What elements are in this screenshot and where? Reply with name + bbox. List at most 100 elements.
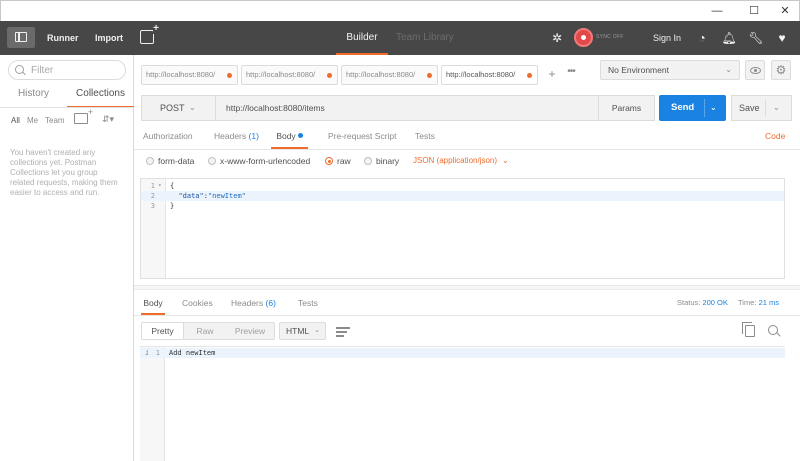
main-panel: http://localhost:8080/ http://localhost:…	[134, 55, 800, 461]
sync-status-label: SYNC OFF	[596, 34, 624, 40]
json-key: "data"	[178, 192, 204, 200]
status-value: 200 OK	[702, 298, 728, 307]
radio-binary[interactable]	[364, 157, 372, 165]
sync-icon[interactable]	[574, 28, 593, 47]
environment-select[interactable]: No Environment ⌄	[600, 60, 740, 80]
request-tab[interactable]: http://localhost:8080/	[141, 65, 238, 85]
request-tab-label: http://localhost:8080/	[446, 70, 516, 79]
tab-history[interactable]: History	[0, 88, 67, 108]
maximize-button[interactable]: ☐	[742, 3, 766, 19]
chevron-down-icon[interactable]: ⌄	[773, 96, 780, 120]
request-tab[interactable]: http://localhost:8080/	[241, 65, 338, 85]
tab-pre-request-script[interactable]: Pre-request Script	[328, 129, 397, 149]
filter-all[interactable]: All	[11, 116, 20, 125]
import-button[interactable]: Import	[95, 21, 123, 55]
request-tab-label: http://localhost:8080/	[346, 70, 416, 79]
response-text: Add newItem	[169, 349, 216, 357]
chevron-down-icon[interactable]: ⌄	[710, 95, 717, 121]
filter-box[interactable]	[8, 60, 126, 80]
response-format-select[interactable]: HTML ⌄	[279, 322, 326, 340]
response-tab-body[interactable]: Body	[141, 297, 165, 315]
runner-button[interactable]: Runner	[47, 21, 79, 55]
wrap-line	[336, 335, 344, 337]
view-preview-button[interactable]: Preview	[226, 323, 274, 339]
body-editor[interactable]: 1 ▾ { 2 "data":"newItem" 3 }	[140, 178, 785, 279]
time-label: Time:	[738, 298, 757, 307]
radio-urlencoded[interactable]	[208, 157, 216, 165]
nav-builder[interactable]: Builder	[336, 21, 388, 55]
wrap-lines-icon[interactable]	[332, 322, 354, 340]
code-text: }	[170, 202, 175, 210]
code-line: 2 "data":"newItem"	[141, 191, 784, 201]
tab-headers[interactable]: Headers (1)	[214, 129, 259, 149]
request-tab[interactable]: http://localhost:8080/	[341, 65, 438, 85]
fold-icon[interactable]: ▾	[158, 181, 162, 191]
url-input[interactable]: http://localhost:8080/items	[215, 95, 599, 121]
status-label: Status:	[677, 298, 701, 307]
response-tab-cookies[interactable]: Cookies	[182, 297, 213, 315]
new-collection-icon[interactable]	[74, 108, 94, 124]
subtab-divider	[134, 149, 800, 150]
sort-icon[interactable]: ⇵▾	[102, 113, 122, 125]
environment-settings-button[interactable]: ⚙	[771, 60, 791, 80]
new-tab-icon[interactable]	[140, 24, 159, 44]
sign-in-button[interactable]: Sign In	[653, 21, 681, 55]
request-tab-active[interactable]: http://localhost:8080/	[441, 65, 538, 85]
filter-me[interactable]: Me	[27, 116, 38, 125]
radio-raw[interactable]	[325, 157, 333, 165]
copy-icon[interactable]	[742, 322, 755, 337]
tab-body-label: Body	[276, 131, 296, 141]
panel-resize-handle[interactable]	[134, 285, 800, 290]
heart-icon[interactable]: ♥	[774, 30, 790, 46]
sidebar-toggle-button[interactable]	[7, 27, 35, 48]
search-icon	[15, 65, 24, 74]
content-type-select[interactable]: JSON (application/json) ⌄	[413, 155, 509, 167]
nav-team-library[interactable]: Team Library	[396, 21, 454, 55]
unsaved-dot-icon	[427, 73, 432, 78]
response-gutter	[140, 347, 165, 461]
view-raw-button[interactable]: Raw	[185, 323, 225, 339]
interceptor-icon[interactable]: ✲	[549, 30, 565, 46]
wrap-line	[336, 331, 347, 333]
line-number: 3	[150, 202, 155, 210]
environment-quick-look-button[interactable]	[745, 60, 765, 80]
params-button[interactable]: Params	[599, 95, 655, 121]
wrench-icon[interactable]: 🔧︎	[748, 30, 764, 46]
method-select[interactable]: POST ⌄	[141, 95, 215, 121]
send-button[interactable]: Send ⌄	[659, 95, 726, 121]
response-body[interactable]: i 1 Add newItem	[140, 346, 785, 461]
save-divider	[765, 100, 766, 116]
tab-authorization[interactable]: Authorization	[143, 129, 193, 149]
empty-collections-message: You haven't created any collections yet.…	[10, 148, 118, 197]
time-value: 21 ms	[758, 298, 780, 307]
code-link[interactable]: Code	[765, 129, 785, 143]
add-tab-button[interactable]: +	[544, 65, 560, 85]
tab-collections[interactable]: Collections	[67, 88, 134, 108]
radar-icon[interactable]: ◔	[694, 30, 710, 46]
bell-icon[interactable]: 🔔︎	[721, 30, 737, 46]
binary-label[interactable]: binary	[376, 155, 399, 167]
close-button[interactable]: ✕	[773, 3, 797, 19]
eye-icon	[750, 67, 761, 74]
filter-team[interactable]: Team	[45, 116, 65, 125]
urlencoded-label[interactable]: x-www-form-urlencoded	[220, 155, 310, 167]
tab-tests[interactable]: Tests	[415, 129, 435, 149]
response-tab-tests[interactable]: Tests	[298, 297, 318, 315]
minimize-button[interactable]: —	[705, 3, 729, 19]
chevron-down-icon: ⌄	[502, 156, 509, 165]
form-data-label[interactable]: form-data	[158, 155, 194, 167]
view-pretty-button[interactable]: Pretty	[142, 323, 184, 339]
filter-input[interactable]	[31, 63, 121, 77]
response-tab-headers[interactable]: Headers (6)	[231, 297, 276, 315]
radio-form-data[interactable]	[146, 157, 154, 165]
response-headers-label: Headers	[231, 298, 264, 308]
content-type-label: JSON (application/json)	[413, 156, 498, 165]
unsaved-dot-icon	[327, 73, 332, 78]
send-divider	[704, 99, 705, 117]
save-button[interactable]: Save ⌄	[731, 95, 792, 121]
more-tabs-button[interactable]: •••	[562, 65, 580, 85]
search-icon[interactable]	[768, 325, 778, 335]
raw-label[interactable]: raw	[337, 155, 351, 167]
chevron-down-icon: ⌄	[189, 103, 196, 112]
tab-body[interactable]: Body	[271, 129, 308, 149]
